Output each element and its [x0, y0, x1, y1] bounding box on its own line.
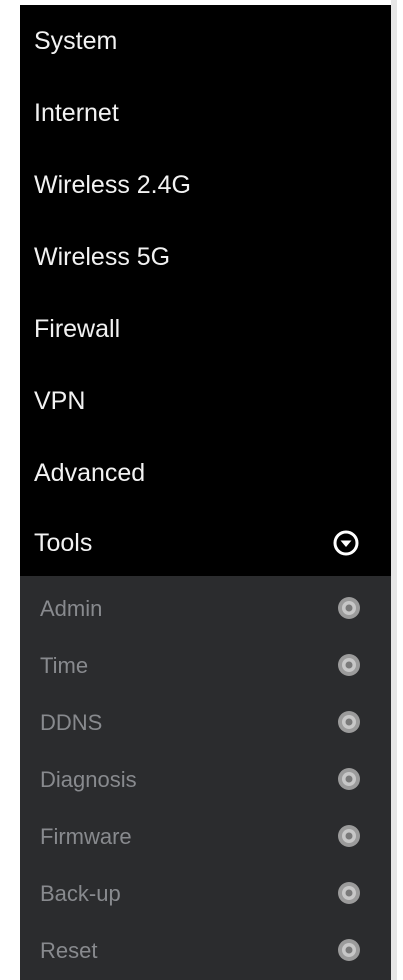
submenu-item-time[interactable]: Time [20, 637, 391, 694]
right-edge [391, 0, 397, 980]
submenu-item-diagnosis[interactable]: Diagnosis [20, 751, 391, 808]
submenu-item-ddns[interactable]: DDNS [20, 694, 391, 751]
side-navigation-menu: System Internet Wireless 2.4G Wireless 5… [20, 0, 397, 980]
submenu-item-back-up[interactable]: Back-up [20, 865, 391, 922]
submenu-item-reset[interactable]: Reset [20, 922, 391, 979]
menu-item-label: Firewall [34, 315, 121, 343]
submenu-item-label: Diagnosis [40, 767, 137, 792]
menu-item-advanced[interactable]: Advanced [20, 437, 391, 509]
menu-item-label: System [34, 27, 118, 55]
submenu-item-label: DDNS [40, 710, 103, 735]
tools-submenu: Admin Time DDNS Diagnosis Firmware Back-… [20, 576, 391, 980]
submenu-item-firmware[interactable]: Firmware [20, 808, 391, 865]
menu-item-wireless-5g[interactable]: Wireless 5G [20, 221, 391, 293]
menu-item-vpn[interactable]: VPN [20, 365, 391, 437]
radio-bullet-icon [338, 882, 360, 904]
menu-item-tools[interactable]: Tools [20, 507, 391, 579]
menu-item-label: Wireless 2.4G [34, 171, 191, 199]
submenu-item-label: Time [40, 653, 89, 678]
menu-item-label: Advanced [34, 459, 146, 487]
radio-bullet-icon [338, 711, 360, 733]
radio-bullet-icon [338, 768, 360, 790]
radio-bullet-icon [338, 939, 360, 961]
menu-item-label: VPN [34, 387, 86, 415]
menu-item-label: Internet [34, 99, 119, 127]
menu-item-firewall[interactable]: Firewall [20, 293, 391, 365]
menu-item-system[interactable]: System [20, 5, 391, 77]
submenu-item-label: Firmware [40, 824, 132, 849]
submenu-item-label: Reset [40, 938, 98, 963]
submenu-item-label: Admin [40, 596, 103, 621]
radio-bullet-icon [338, 597, 360, 619]
submenu-item-admin[interactable]: Admin [20, 580, 391, 637]
menu-item-label: Tools [34, 529, 93, 557]
submenu-item-label: Back-up [40, 881, 121, 906]
radio-bullet-icon [338, 654, 360, 676]
radio-bullet-icon [338, 825, 360, 847]
menu-item-label: Wireless 5G [34, 243, 171, 271]
menu-item-internet[interactable]: Internet [20, 77, 391, 149]
chevron-down-circle-icon[interactable] [333, 530, 359, 556]
menu-item-wireless-24g[interactable]: Wireless 2.4G [20, 149, 391, 221]
